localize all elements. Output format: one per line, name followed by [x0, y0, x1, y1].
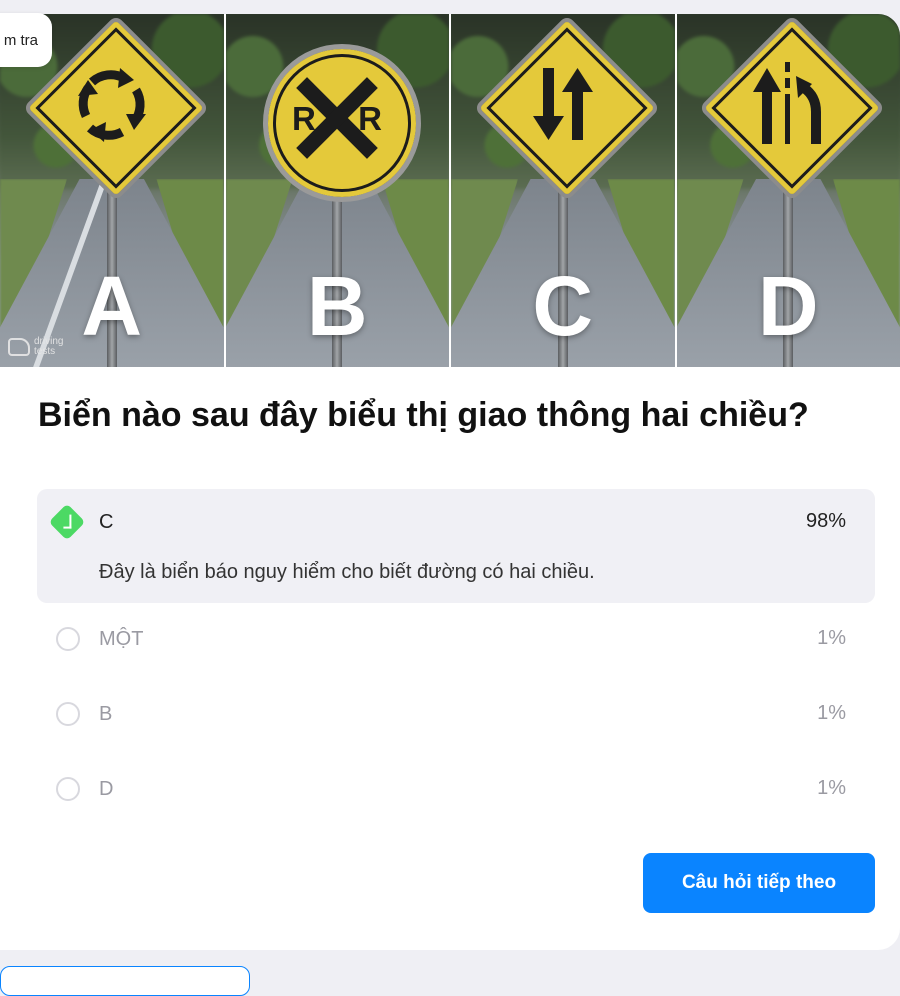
answer-label: C: [99, 511, 113, 534]
question-title: Biển nào sau đây biểu thị giao thông hai…: [38, 394, 868, 436]
watermark: driving tests: [8, 337, 74, 357]
svg-text:R: R: [358, 100, 382, 137]
answer-label: MỘT: [99, 628, 143, 651]
answer-explanation: Đây là biển báo nguy hiểm cho biết đường…: [99, 561, 595, 584]
question-image: A driving tests R R B: [0, 14, 900, 367]
answer-percent: 1%: [817, 777, 846, 800]
next-question-button[interactable]: Câu hỏi tiếp theo: [643, 853, 875, 913]
answer-list: C 98% Đây là biển báo nguy hiểm cho biết…: [37, 489, 875, 836]
answer-percent: 1%: [817, 627, 846, 650]
sign-panel-c: C: [451, 14, 675, 367]
answer-percent: 98%: [806, 510, 846, 533]
sign-panel-d: D: [677, 14, 900, 367]
two-way-traffic-sign-icon: [513, 54, 613, 154]
answer-label: D: [99, 778, 113, 801]
option-letter-b: B: [226, 264, 450, 348]
radio-circle-icon[interactable]: [56, 627, 80, 651]
watermark-text: driving tests: [34, 337, 74, 357]
option-letter-c: C: [451, 264, 675, 348]
answer-label: B: [99, 703, 112, 726]
drivingtests-logo-icon: [8, 338, 30, 356]
option-letter-d: D: [677, 264, 900, 348]
tab-label: m tra: [4, 32, 38, 49]
svg-text:R: R: [292, 100, 316, 137]
sign-panel-b: R R B: [226, 14, 450, 367]
radio-circle-icon[interactable]: [56, 702, 80, 726]
lane-merge-sign-icon: [738, 54, 838, 154]
tab-pill[interactable]: m tra: [0, 13, 52, 67]
answer-option[interactable]: B 1%: [37, 686, 875, 761]
answer-option[interactable]: MỘT 1%: [37, 611, 875, 686]
bottom-outline-button[interactable]: [0, 966, 250, 996]
roundabout-sign-icon: [62, 54, 162, 154]
correct-check-icon: [49, 504, 86, 541]
answer-percent: 1%: [817, 702, 846, 725]
radio-circle-icon[interactable]: [56, 777, 80, 801]
answer-option-selected[interactable]: C 98% Đây là biển báo nguy hiểm cho biết…: [37, 489, 875, 603]
railroad-crossing-sign-icon: R R: [278, 59, 396, 177]
answer-option[interactable]: D 1%: [37, 761, 875, 836]
